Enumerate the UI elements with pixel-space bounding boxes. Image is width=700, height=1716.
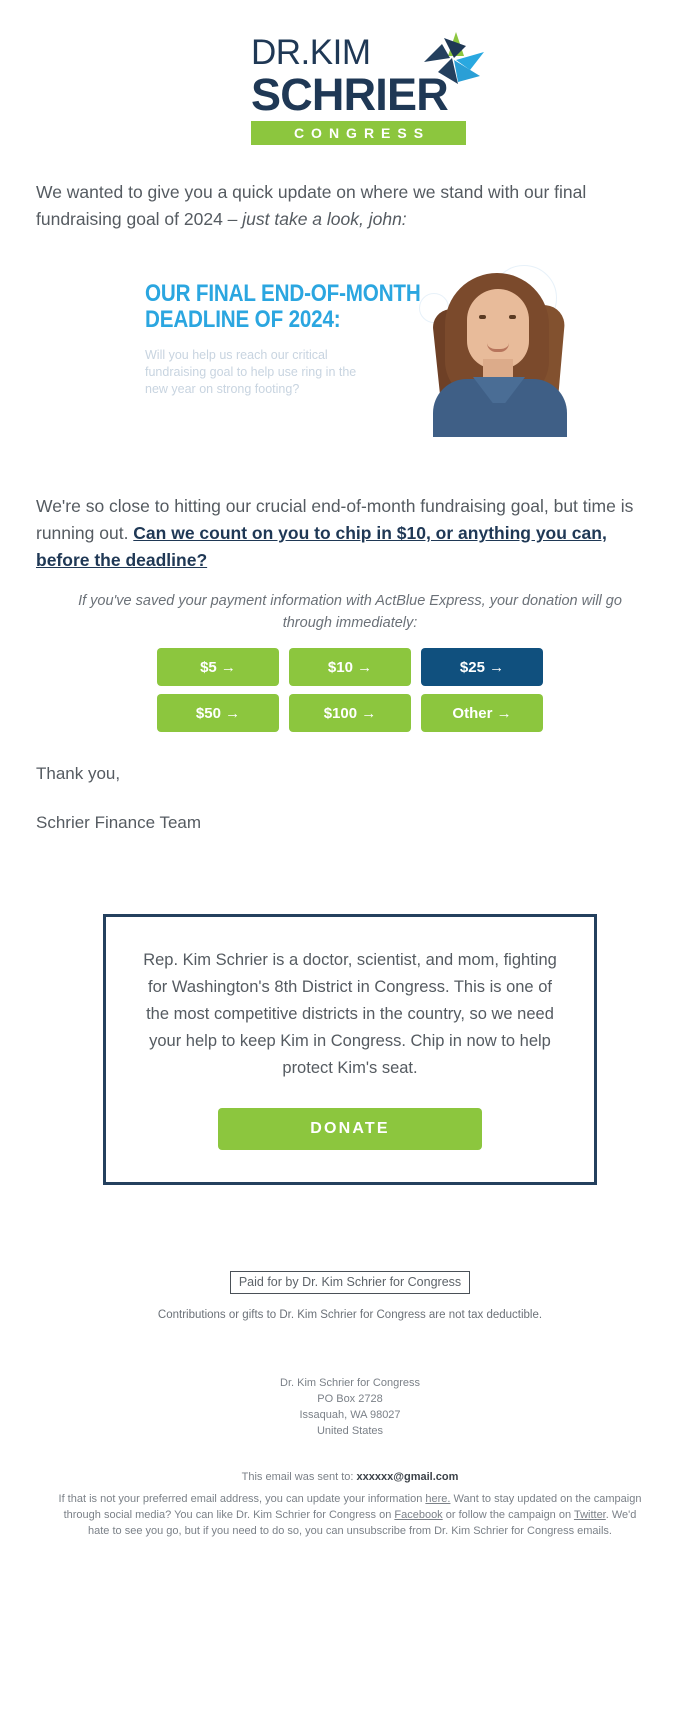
intro-paragraph: We wanted to give you a quick update on … <box>0 151 700 233</box>
donate-amount-25-button[interactable]: $25 → <box>421 648 543 686</box>
sent-to-line: This email was sent to: xxxxxx@gmail.com <box>0 1469 700 1485</box>
hero-subtext: Will you help us reach our critical fund… <box>145 348 357 396</box>
photo-eye-left <box>479 315 486 319</box>
photo-face <box>467 289 529 369</box>
actblue-express-note: If you've saved your payment information… <box>78 593 622 631</box>
address-line-1: Dr. Kim Schrier for Congress <box>280 1377 420 1389</box>
intro-text-italic: – just take a look, john: <box>227 209 407 229</box>
legal-paragraph: If that is not your preferred email addr… <box>52 1491 648 1539</box>
callout-wrap: Rep. Kim Schrier is a doctor, scientist,… <box>0 836 700 1185</box>
logo-header: DR.KIM SCHRIER CONGRESS <box>0 0 700 151</box>
update-info-link[interactable]: here. <box>425 1493 450 1505</box>
twitter-link[interactable]: Twitter <box>574 1509 606 1521</box>
mailing-address: Dr. Kim Schrier for Congress PO Box 2728… <box>0 1375 700 1439</box>
signoff-team: Schrier Finance Team <box>36 813 202 832</box>
address-line-3: Issaquah, WA 98027 <box>299 1409 401 1421</box>
photo-eye-right <box>509 315 516 319</box>
donate-amount-100-button[interactable]: $100 → <box>289 694 411 732</box>
ask-paragraph: We're so close to hitting our crucial en… <box>0 493 700 574</box>
donate-button[interactable]: DONATE <box>218 1108 482 1150</box>
logo-congress-text: CONGRESS <box>293 125 431 141</box>
donate-amount-10-button[interactable]: $10 → <box>289 648 411 686</box>
address-line-4: United States <box>316 1425 384 1437</box>
signoff-thanks: Thank you, <box>36 764 121 783</box>
donation-amount-grid: $5 → $10 → $25 → $50 → $100 → Other → <box>157 648 543 732</box>
callout-box: Rep. Kim Schrier is a doctor, scientist,… <box>103 914 597 1185</box>
recipient-email: xxxxxx@gmail.com <box>356 1471 459 1483</box>
donate-amount-5-button[interactable]: $5 → <box>157 648 279 686</box>
multicolor-star-icon <box>424 32 484 84</box>
facebook-link[interactable]: Facebook <box>394 1509 442 1521</box>
logo-congress-banner: CONGRESS <box>251 121 466 145</box>
donation-row-1: $5 → $10 → $25 → <box>157 648 543 686</box>
legal-text-3: or follow the campaign on <box>442 1509 574 1521</box>
donate-amount-other-button[interactable]: Other → <box>421 694 543 732</box>
donation-row-2: $50 → $100 → Other → <box>157 694 543 732</box>
hero-banner-image[interactable]: OUR FINAL END-OF-MONTH DEADLINE OF 2024:… <box>119 255 581 437</box>
address-line-2: PO Box 2728 <box>317 1393 383 1405</box>
hero-headline-line-1: OUR FINAL END-OF-MONTH <box>145 280 421 307</box>
hero-image-wrap: OUR FINAL END-OF-MONTH DEADLINE OF 2024:… <box>0 233 700 437</box>
callout-body-text: Rep. Kim Schrier is a doctor, scientist,… <box>143 951 557 1077</box>
email-body: DR.KIM SCHRIER CONGRESS We wanted to giv… <box>0 0 700 1709</box>
email-footer: Paid for by Dr. Kim Schrier for Congress… <box>0 1185 700 1539</box>
sent-to-prefix: This email was sent to: <box>241 1471 357 1483</box>
campaign-logo[interactable]: DR.KIM SCHRIER CONGRESS <box>234 32 484 145</box>
tax-deductible-note: Contributions or gifts to Dr. Kim Schrie… <box>157 1309 543 1321</box>
hero-headline-line-2: DEADLINE OF 2024: <box>145 306 341 333</box>
legal-text-1: If that is not your preferred email addr… <box>58 1493 426 1505</box>
footer-spacer <box>0 1539 700 1709</box>
donate-amount-50-button[interactable]: $50 → <box>157 694 279 732</box>
hero-text-block: OUR FINAL END-OF-MONTH DEADLINE OF 2024:… <box>145 280 421 398</box>
candidate-photo <box>411 255 581 437</box>
paid-for-disclaimer: Paid for by Dr. Kim Schrier for Congress <box>229 1271 471 1294</box>
